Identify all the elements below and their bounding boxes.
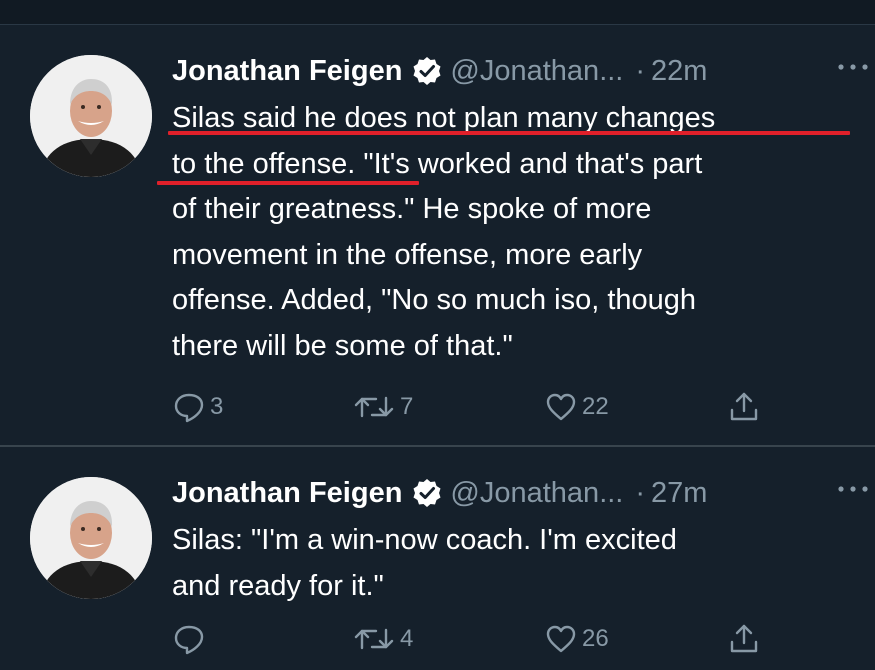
avatar[interactable] (30, 55, 152, 177)
tweet-text-line: and ready for it." (172, 569, 384, 602)
tweet-actions: 4 26 (172, 622, 792, 662)
author-handle[interactable]: @Jonathan... (450, 477, 623, 510)
highlight-underline (157, 181, 419, 185)
reply-icon (174, 625, 204, 655)
author-handle[interactable]: @Jonathan... (450, 55, 623, 88)
retweet-icon (354, 396, 394, 418)
top-bar (0, 0, 875, 25)
retweet-icon (354, 628, 394, 650)
share-icon (730, 392, 758, 421)
share-icon (730, 624, 758, 653)
share-button[interactable] (727, 622, 761, 656)
heart-icon (546, 625, 576, 653)
avatar-photo (30, 477, 152, 599)
avatar-photo (30, 55, 152, 177)
reply-button[interactable]: 3 (172, 390, 223, 424)
tweet-timestamp[interactable]: 27m (651, 477, 707, 510)
like-button[interactable]: 26 (544, 622, 609, 656)
tweet-text-line: of their greatness." He spoke of more (172, 193, 652, 225)
tweet-text-line: movement in the offense, more early (172, 238, 643, 271)
heart-icon (546, 393, 576, 421)
like-count: 22 (582, 393, 609, 420)
tweet-timestamp[interactable]: 22m (651, 55, 707, 88)
share-button[interactable] (727, 390, 761, 424)
more-dots-icon[interactable] (835, 57, 871, 77)
reply-button[interactable] (172, 622, 210, 656)
verified-badge-icon (412, 478, 442, 508)
retweet-button[interactable]: 7 (352, 390, 413, 424)
highlight-underline (168, 131, 850, 135)
reply-icon (174, 393, 204, 423)
more-dots-icon[interactable] (835, 479, 871, 499)
separator-dot: · (635, 54, 646, 87)
tweet-text-line: Silas: "I'm a win-now coach. I'm excited (172, 524, 677, 556)
retweet-count: 7 (400, 393, 414, 420)
tweet-header: Jonathan Feigen @Jonathan... · 22m (172, 51, 707, 91)
like-button[interactable]: 22 (544, 390, 609, 424)
retweet-count: 4 (400, 625, 414, 652)
tweet-text-line: there will be some of that." (172, 329, 513, 362)
tweet-actions: 3 7 22 (172, 390, 792, 430)
separator-dot: · (635, 476, 646, 509)
reply-count: 3 (210, 393, 224, 420)
verified-badge-icon (412, 56, 442, 86)
avatar[interactable] (30, 477, 152, 599)
tweet-text: Silas said he does not plan many changes… (172, 96, 862, 369)
tweet-header: Jonathan Feigen @Jonathan... · 27m (172, 473, 707, 513)
tweet-text-line: offense. Added, "No so much iso, though (172, 284, 697, 316)
author-name[interactable]: Jonathan Feigen (172, 55, 402, 88)
retweet-button[interactable]: 4 (352, 622, 413, 656)
tweet-text: Silas: "I'm a win-now coach. I'm excited… (172, 518, 862, 609)
author-name[interactable]: Jonathan Feigen (172, 477, 402, 510)
like-count: 26 (582, 625, 609, 652)
